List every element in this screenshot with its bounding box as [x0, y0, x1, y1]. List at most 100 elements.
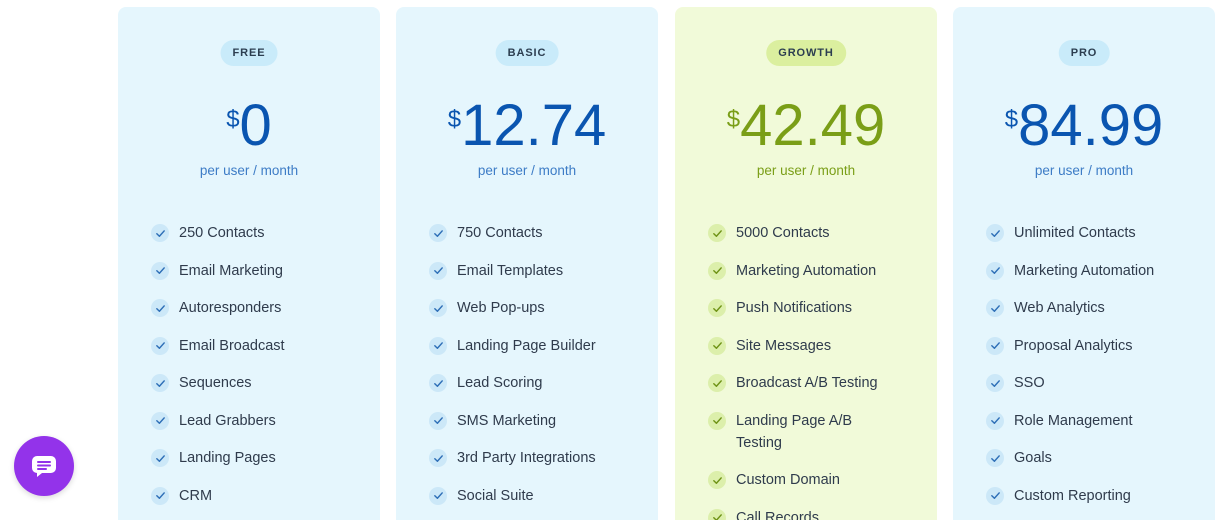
feature-item: Role Management — [986, 410, 1205, 432]
price-amount: 0 — [239, 93, 272, 158]
check-icon — [708, 411, 726, 430]
feature-item: Landing Page A/B Testing — [708, 410, 927, 454]
feature-label: CRM — [179, 487, 213, 504]
check-icon — [429, 411, 447, 430]
price-period: per user / month — [1034, 163, 1134, 178]
price-period: per user / month — [477, 163, 577, 178]
feature-item: Custom Reporting — [986, 485, 1205, 507]
price-period: per user / month — [756, 163, 856, 178]
plan-badge: GROWTH — [766, 40, 846, 66]
chat-launcher-button[interactable] — [14, 436, 74, 496]
plan-card-pro: PRO $84.99 per user / month Unlimited Co… — [953, 7, 1215, 520]
feature-item: Lead Scoring — [429, 372, 648, 394]
check-icon — [429, 261, 447, 280]
feature-item: Goals — [986, 447, 1205, 469]
feature-item: 250 Contacts — [151, 222, 370, 244]
check-icon — [151, 449, 169, 467]
check-icon — [151, 486, 169, 505]
check-icon — [986, 336, 1004, 355]
feature-label: Email Marketing — [179, 262, 283, 279]
feature-label: Role Management — [1014, 412, 1133, 429]
feature-item: Landing Page Builder — [429, 335, 648, 357]
feature-label: Custom Reporting — [1014, 487, 1131, 504]
feature-label: Marketing Automation — [1014, 262, 1155, 279]
feature-item: Marketing Automation — [708, 260, 927, 282]
feature-item: Sequences — [151, 372, 370, 394]
feature-list: Unlimited Contacts Marketing Automation … — [986, 222, 1205, 520]
feature-item: Social Suite — [429, 485, 648, 507]
feature-item: Proposal Analytics — [986, 335, 1205, 357]
feature-label: Push Notifications — [736, 300, 853, 316]
check-icon — [986, 374, 1004, 392]
feature-item: Landing Pages — [151, 447, 370, 469]
currency-symbol: $ — [226, 106, 240, 133]
feature-item: Unlimited Contacts — [986, 222, 1205, 244]
check-icon — [708, 471, 726, 489]
feature-label: Lead Scoring — [457, 375, 543, 391]
feature-label: SMS Marketing — [457, 412, 557, 429]
check-icon — [986, 261, 1004, 280]
feature-item: Custom Domain — [708, 469, 927, 491]
check-icon — [986, 449, 1004, 467]
feature-label: Landing Page A/B Testing — [736, 412, 853, 451]
chat-bubble-icon — [32, 456, 56, 477]
feature-label: Web Pop-ups — [457, 300, 545, 316]
feature-item: 3rd Party Integrations — [429, 447, 648, 469]
feature-list: 750 Contacts Email Templates Web Pop-ups… — [429, 222, 648, 520]
check-icon — [429, 449, 447, 467]
feature-label: Goals — [1014, 450, 1052, 466]
feature-label: Custom Domain — [736, 472, 840, 488]
plan-card-free: FREE $0 per user / month 250 Contacts Em… — [118, 7, 380, 520]
check-icon — [708, 374, 726, 392]
feature-item: Email Templates — [429, 260, 648, 282]
check-icon — [708, 508, 726, 520]
plan-badge: BASIC — [495, 40, 559, 66]
feature-item: Call Records — [708, 507, 927, 521]
plan-card-basic: BASIC $12.74 per user / month 750 Contac… — [396, 7, 658, 520]
plan-card-growth: GROWTH $42.49 per user / month 5000 Cont… — [675, 7, 937, 520]
check-icon — [151, 261, 169, 280]
feature-label: Site Messages — [736, 337, 832, 354]
price-period: per user / month — [199, 163, 299, 178]
feature-label: Landing Pages — [179, 450, 276, 466]
check-icon — [151, 411, 169, 430]
feature-item: CRM — [151, 485, 370, 507]
check-icon — [151, 299, 169, 317]
check-icon — [708, 224, 726, 242]
price-amount: 42.49 — [740, 93, 886, 158]
feature-item: Push Notifications — [708, 297, 927, 319]
feature-label: Proposal Analytics — [1014, 337, 1133, 354]
feature-item: Email Broadcast — [151, 335, 370, 357]
feature-label: Autoresponders — [179, 300, 282, 316]
feature-item: SMS Marketing — [429, 410, 648, 432]
currency-symbol: $ — [1004, 106, 1019, 133]
feature-item: Site Messages — [708, 335, 927, 357]
check-icon — [429, 336, 447, 355]
feature-label: Email Broadcast — [179, 337, 285, 354]
price-amount: 84.99 — [1018, 93, 1164, 158]
feature-item: Marketing Automation — [986, 260, 1205, 282]
check-icon — [429, 299, 447, 317]
feature-label: Broadcast A/B Testing — [736, 375, 878, 391]
price-amount: 12.74 — [461, 93, 607, 158]
feature-item: SSO — [986, 372, 1205, 394]
check-icon — [429, 486, 447, 505]
feature-item: Web Pop-ups — [429, 297, 648, 319]
feature-label: 750 Contacts — [457, 225, 543, 241]
check-icon — [986, 486, 1004, 505]
feature-label: 3rd Party Integrations — [457, 450, 596, 466]
feature-list: 5000 Contacts Marketing Automation Push … — [708, 222, 927, 520]
feature-label: Social Suite — [457, 487, 534, 504]
feature-item: 5000 Contacts — [708, 222, 927, 244]
feature-list: 250 Contacts Email Marketing Autorespond… — [151, 222, 370, 520]
feature-label: Unlimited Contacts — [1014, 225, 1136, 241]
check-icon — [151, 224, 169, 242]
feature-item: Email Marketing — [151, 260, 370, 282]
feature-label: Call Records — [736, 509, 819, 521]
currency-symbol: $ — [726, 106, 741, 133]
feature-item: Broadcast A/B Testing — [708, 372, 927, 394]
feature-item: Autoresponders — [151, 297, 370, 319]
plan-badge: FREE — [220, 40, 278, 66]
check-icon — [429, 224, 447, 242]
check-icon — [151, 374, 169, 392]
